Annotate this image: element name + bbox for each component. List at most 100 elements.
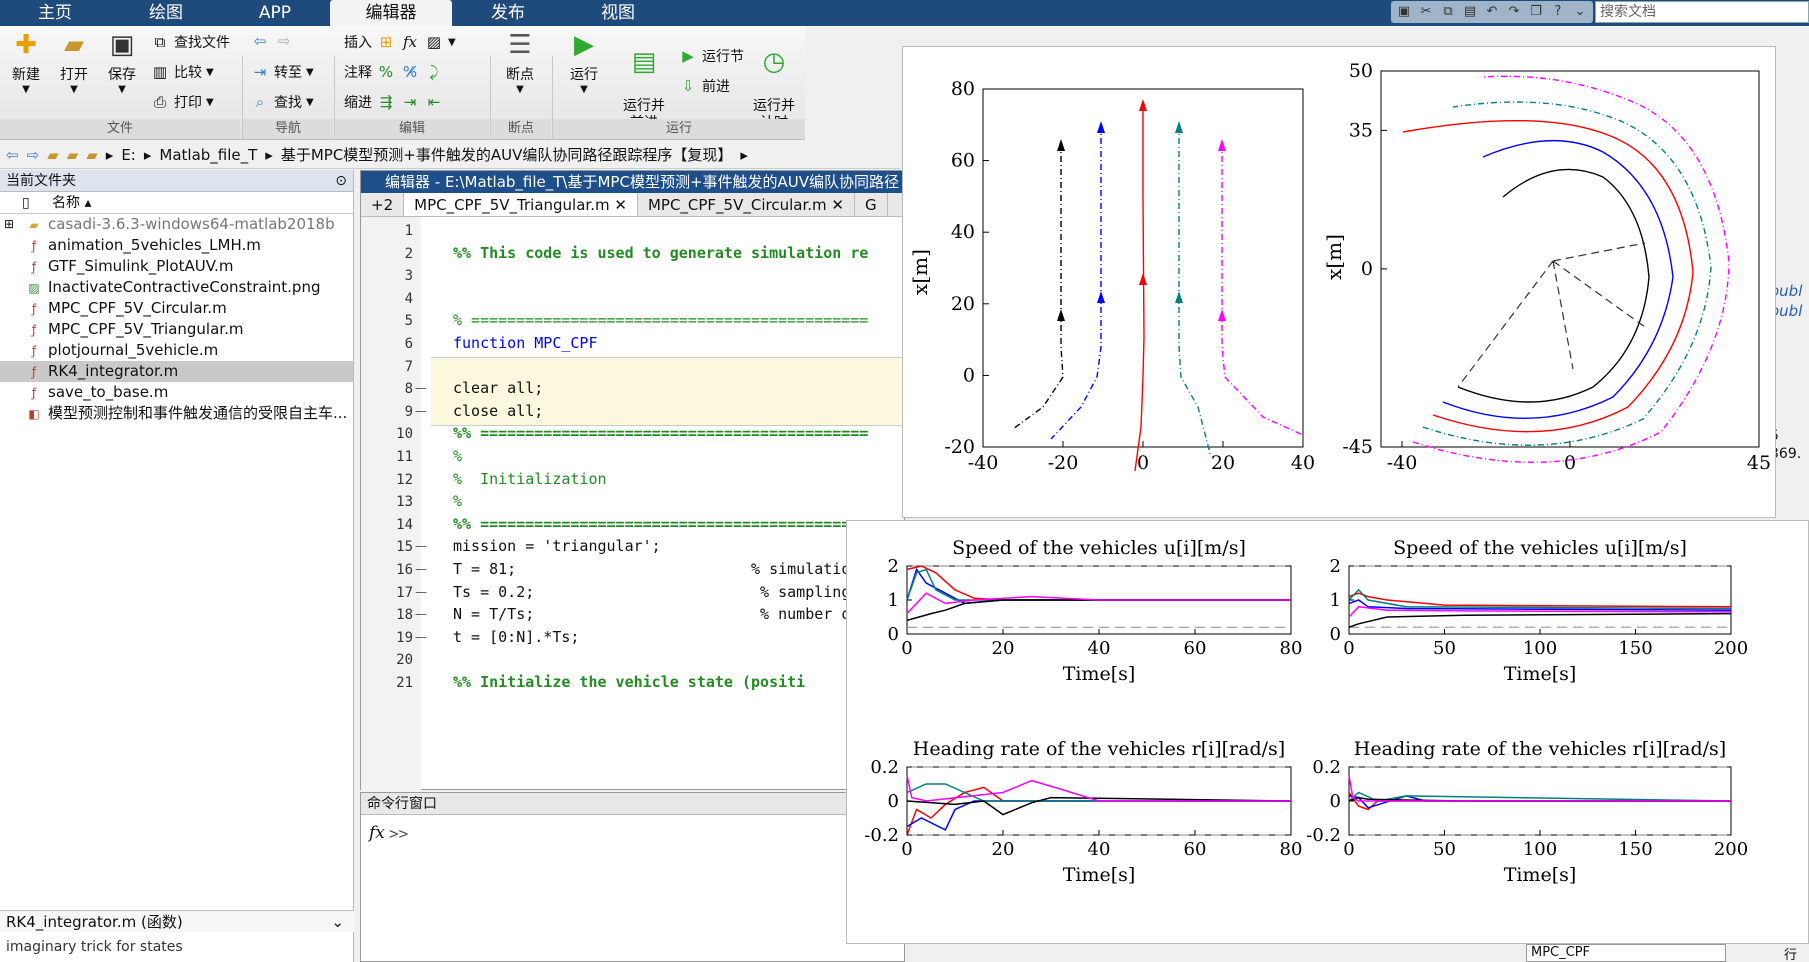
code-line[interactable]: function MPC_CPF [453, 334, 598, 352]
redo-icon[interactable]: ↷ [1505, 3, 1523, 21]
breakpoint-marker[interactable]: — [415, 630, 427, 644]
breakpoint-marker[interactable]: — [415, 381, 427, 395]
new-button[interactable]: ✚ 新建 ▼ [6, 30, 46, 95]
chevron-down-icon[interactable]: ⌄ [1571, 3, 1589, 21]
file-type-column-icon: ▯ [22, 195, 30, 211]
breakpoint-marker[interactable]: — [415, 607, 427, 621]
file-list-item[interactable]: ◧ 模型预测控制和事件触发通信的受限自主车... [0, 403, 353, 424]
file-list-item[interactable]: ƒ animation_5vehicles_LMH.m [0, 235, 353, 256]
code-line[interactable]: clear all; [453, 379, 543, 397]
paste-icon[interactable]: ▤ [1461, 3, 1479, 21]
tab-publish[interactable]: 发布 [454, 0, 562, 26]
advance-button[interactable]: ⇩ 前进 [678, 76, 730, 96]
close-icon[interactable]: ✕ [831, 196, 844, 214]
code-line[interactable]: %% Initialize the vehicle state (positi [453, 673, 805, 691]
file-list-item[interactable]: ƒ RK4_integrator.m [0, 361, 353, 382]
code-line[interactable]: % ======================================… [453, 311, 868, 329]
code-line[interactable]: % [453, 447, 462, 465]
function-browser-icon[interactable]: fx [369, 823, 385, 843]
print-button[interactable]: ⎙ 打印 ▼ [150, 92, 214, 112]
breadcrumb-project[interactable]: 基于MPC模型预测+事件触发的AUV编队协同路径跟踪程序【复现】 [281, 144, 733, 165]
cut-icon[interactable]: ✂ [1417, 3, 1435, 21]
file-list-header[interactable]: ▯ 名称 ▴ [0, 192, 353, 214]
insert-icon[interactable]: ⊞ [376, 33, 396, 51]
panel-menu-icon[interactable]: ⊙ [335, 170, 347, 192]
forward-icon[interactable]: ⇨ [27, 146, 40, 164]
increase-indent-icon[interactable]: ⇥ [400, 93, 420, 111]
goto-button[interactable]: ⇥ 转至 ▼ [250, 62, 314, 82]
save-button[interactable]: ▣ 保存 ▼ [102, 30, 142, 95]
breakpoint-marker[interactable]: — [415, 404, 427, 418]
file-details-bar[interactable]: RK4_integrator.m (函数) ⌄ [0, 910, 354, 932]
code-line[interactable]: t = [0:N].*Ts; [453, 628, 579, 646]
smart-indent-icon[interactable]: ⇶ [376, 93, 396, 111]
stopwatch-icon: ◷ [762, 47, 786, 77]
file-list-item[interactable]: ƒ GTF_Simulink_PlotAUV.m [0, 256, 353, 277]
chevron-down-icon[interactable]: ⌄ [331, 911, 344, 933]
uncomment-icon[interactable]: %̸ [400, 63, 420, 81]
run-section-button[interactable]: ▶ 运行节 [678, 46, 744, 66]
file-list-item[interactable]: ƒ save_to_base.m [0, 382, 353, 403]
tab-mpc-cpf-5v-circular[interactable]: MPC_CPF_5V_Circular.m ✕ [638, 193, 855, 216]
tab-home[interactable]: 主页 [0, 0, 110, 26]
breakpoint-marker[interactable]: — [415, 585, 427, 599]
tab-apps[interactable]: APP [222, 0, 328, 26]
hidden-tabs-count[interactable]: +2 [361, 193, 405, 216]
line-number: 10 [396, 426, 413, 443]
code-line[interactable]: mission = 'triangular'; [453, 537, 661, 555]
back-icon[interactable]: ⇦ [6, 146, 19, 164]
code-line[interactable]: % [453, 492, 462, 510]
copy-icon[interactable]: ⧉ [1439, 3, 1457, 21]
browse-folder-icon[interactable]: ▰ [67, 146, 79, 164]
expand-icon[interactable]: ⊞ [4, 214, 14, 235]
command-prompt[interactable]: >> [389, 824, 408, 843]
line-number: 7 [404, 358, 413, 375]
code-line[interactable]: %% =====================================… [453, 515, 868, 533]
function-icon[interactable]: fx [400, 33, 420, 51]
save-icon[interactable]: ▣ [1395, 3, 1413, 21]
code-line[interactable]: Ts = 0.2; % sampling [453, 583, 850, 601]
tab-truncated[interactable]: G [855, 193, 888, 216]
switch-windows-icon[interactable]: ❐ [1527, 3, 1545, 21]
file-list-item[interactable]: ƒ MPC_CPF_5V_Triangular.m [0, 319, 353, 340]
compare-icon: ▥ [152, 63, 168, 81]
chevron-down-icon[interactable]: ▼ [448, 37, 456, 48]
file-list-item[interactable]: ƒ MPC_CPF_5V_Circular.m [0, 298, 353, 319]
tab-plots[interactable]: 绘图 [111, 0, 221, 26]
name-column-header[interactable]: 名称 ▴ [52, 195, 91, 211]
run-button[interactable]: ▶ 运行 ▼ [562, 30, 606, 95]
search-input[interactable]: 搜索文档 [1595, 1, 1809, 23]
code-line[interactable]: %% This code is used to generate simulat… [453, 244, 868, 262]
breakpoint-marker[interactable]: — [415, 539, 427, 553]
code-line[interactable]: %% =====================================… [453, 424, 868, 442]
code-line[interactable]: T = 81; % simulation [453, 560, 859, 578]
breadcrumb-folder[interactable]: Matlab_file_T [159, 146, 257, 164]
wrap-comment-icon[interactable]: ⤸ [424, 63, 444, 81]
insert-figure-icon[interactable]: ▨ [424, 33, 444, 51]
forward-icon: ⇨ [277, 32, 291, 50]
code-line[interactable]: N = T/Ts; % number of [453, 605, 859, 623]
breakpoint-marker[interactable]: — [415, 562, 427, 576]
file-list-item[interactable]: ƒ plotjournal_5vehicle.m [0, 340, 353, 361]
comment-icon[interactable]: % [376, 63, 396, 81]
tab-editor[interactable]: 编辑器 [330, 0, 452, 26]
tab-view[interactable]: 视图 [564, 0, 672, 26]
breakpoints-button[interactable]: ☰ 断点 ▼ [498, 30, 542, 95]
file-list-item[interactable]: ⊞ ▰ casadi-3.6.3-windows64-matlab2018b [0, 214, 353, 235]
find-files-button[interactable]: ⧉ 查找文件 [150, 32, 230, 52]
file-name: GTF_Simulink_PlotAUV.m [48, 257, 234, 275]
code-line[interactable]: % Initialization [453, 470, 607, 488]
compare-button[interactable]: ▥ 比较 ▼ [150, 62, 214, 82]
breadcrumb-drive[interactable]: E: [121, 146, 136, 164]
close-icon[interactable]: ✕ [614, 196, 627, 214]
decrease-indent-icon[interactable]: ⇤ [424, 93, 444, 111]
back-forward-buttons[interactable]: ⇦ ⇨ [250, 32, 294, 50]
help-icon[interactable]: ? [1549, 3, 1567, 21]
undo-icon[interactable]: ↶ [1483, 3, 1501, 21]
up-folder-icon[interactable]: ▰ [47, 146, 59, 164]
open-button[interactable]: ▰ 打开 ▼ [54, 30, 94, 95]
tab-mpc-cpf-5v-triangular[interactable]: MPC_CPF_5V_Triangular.m ✕ [404, 193, 638, 216]
find-button[interactable]: ⌕ 查找 ▼ [250, 92, 314, 112]
code-line[interactable]: close all; [453, 402, 543, 420]
file-list-item[interactable]: ▨ InactivateContractiveConstraint.png [0, 277, 353, 298]
